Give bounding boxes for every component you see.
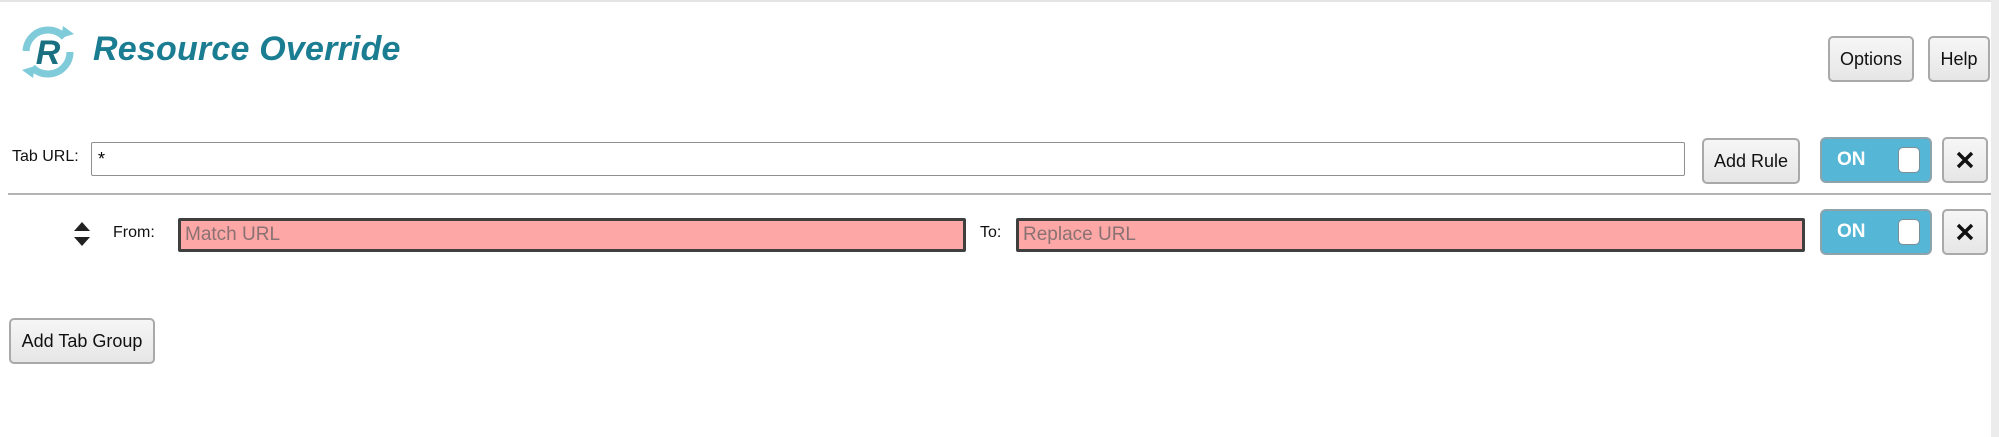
sort-arrows-icon: [74, 222, 90, 246]
drag-sort-handle[interactable]: [72, 221, 92, 247]
from-label: From:: [113, 224, 155, 241]
app-title: Resource Override: [93, 30, 401, 68]
options-button[interactable]: Options: [1828, 36, 1914, 82]
to-label: To:: [980, 224, 1002, 241]
toggle-knob: [1898, 219, 1920, 245]
help-button[interactable]: Help: [1928, 36, 1990, 82]
toggle-state-label: ON: [1837, 149, 1866, 170]
toggle-knob: [1898, 147, 1920, 173]
replace-url-input[interactable]: [1016, 218, 1805, 252]
match-url-input[interactable]: [178, 218, 966, 252]
remove-tab-group-button[interactable]: [1942, 137, 1988, 183]
tab-url-label: Tab URL:: [12, 148, 79, 165]
logo-letter: R: [36, 34, 61, 72]
tab-group-divider: [8, 193, 1991, 195]
tab-group-toggle[interactable]: ON: [1820, 137, 1932, 183]
remove-rule-button[interactable]: [1942, 209, 1988, 255]
add-rule-button[interactable]: Add Rule: [1702, 138, 1800, 184]
toggle-state-label: ON: [1837, 221, 1866, 242]
close-icon: [1956, 223, 1974, 241]
close-icon: [1956, 151, 1974, 169]
scrollbar-track[interactable]: [1991, 0, 1999, 437]
add-tab-group-button[interactable]: Add Tab Group: [9, 318, 155, 364]
window-top-border: [0, 0, 1999, 2]
app-logo-icon: R: [16, 20, 80, 84]
rule-toggle[interactable]: ON: [1820, 209, 1932, 255]
tab-url-input[interactable]: [91, 142, 1685, 176]
